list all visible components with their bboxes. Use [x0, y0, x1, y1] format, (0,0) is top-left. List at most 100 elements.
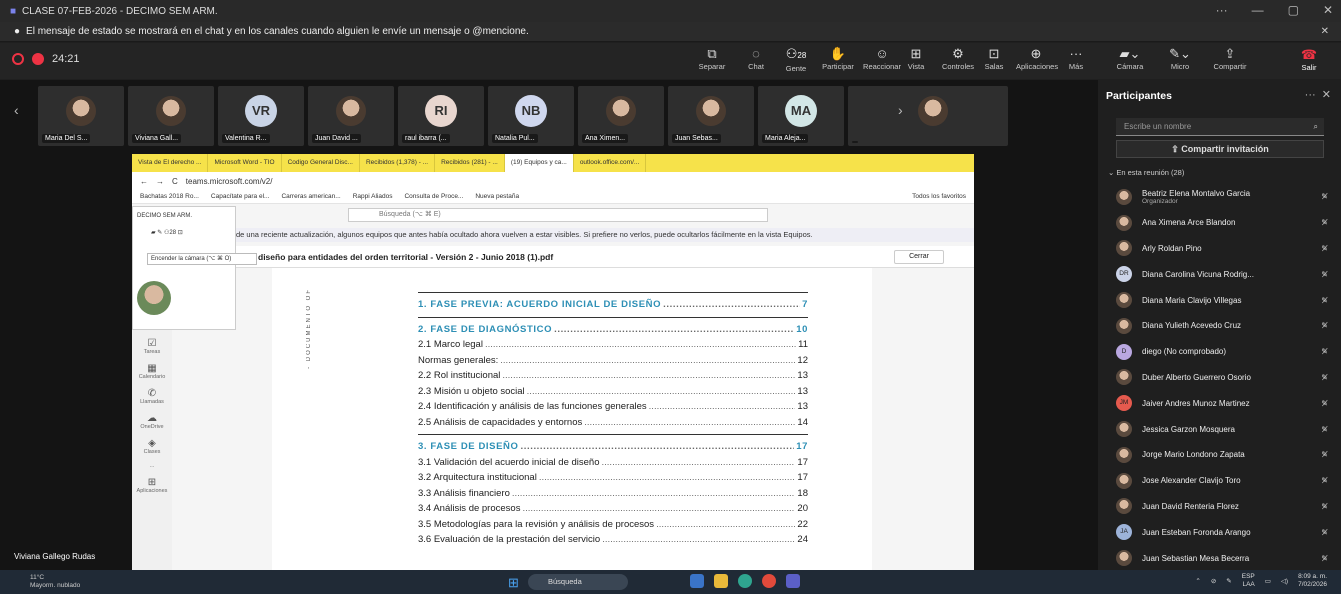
language-indicator[interactable]: ESP LAA [1242, 573, 1255, 589]
back-icon[interactable]: ← [140, 177, 148, 186]
browser-tab-active[interactable]: (19) Equipos y ca... [504, 154, 574, 172]
participant-tile[interactable]: MA Maria Aleja... [758, 86, 844, 146]
taskbar-search[interactable]: Búsqueda [528, 574, 628, 590]
reload-icon[interactable]: C [172, 177, 178, 186]
rail-item[interactable]: ▦ Calendario [132, 363, 172, 380]
chrome-icon[interactable] [762, 574, 776, 588]
rail-item[interactable]: ⊞ Aplicaciones [132, 477, 172, 494]
close-pdf-button[interactable]: Cerrar [894, 250, 944, 264]
weather-widget[interactable]: 11°C Mayorm. nublado [10, 574, 80, 590]
participant-row[interactable]: Jessica Garzon Mosquera ✎̸ [1116, 416, 1332, 442]
search-icon: ⌕ [1313, 122, 1318, 131]
participant-row[interactable]: Juan Sebastian Mesa Becerra ✎̸ [1116, 545, 1332, 571]
toolbar-view-button[interactable]: ⊞ Vista [896, 46, 936, 71]
mic-muted-icon: ✎̸ [1321, 372, 1328, 382]
forward-icon[interactable]: → [156, 177, 164, 186]
participant-row[interactable]: JM Jaiver Andres Munoz Martinez ✎̸ [1116, 390, 1332, 416]
toolbar-apps-button[interactable]: ⊕ Aplicaciones [1016, 46, 1058, 71]
teams-icon[interactable] [786, 574, 800, 588]
toolbar-raise-hand-button[interactable]: ✋ Participar [818, 46, 858, 71]
volume-icon[interactable]: ◁) [1281, 577, 1288, 585]
network-icon[interactable]: ▭ [1265, 577, 1271, 585]
participant-row[interactable]: Diana Yulieth Acevedo Cruz ✎̸ [1116, 313, 1332, 339]
rail-item[interactable]: ☁ OneDrive [132, 413, 172, 430]
mic-button[interactable]: ✎⌄ Micro [1160, 46, 1200, 71]
minimize-button[interactable]: — [1252, 3, 1264, 17]
rail-item[interactable]: ◈ Clases [132, 438, 172, 455]
participant-row[interactable]: Ddiego (No comprobado) ✎̸ [1116, 339, 1332, 365]
browser-tab[interactable]: Microsoft Word - TIO [208, 154, 282, 172]
clock[interactable]: 8:09 a. m. 7/02/2026 [1298, 573, 1327, 589]
mic-muted-icon: ✎̸ [1321, 243, 1328, 253]
participant-row[interactable]: Ana Ximena Arce Blandon ✎̸ [1116, 210, 1332, 236]
camera-button[interactable]: ▰⌄ Cámara [1110, 46, 1150, 71]
participant-tile[interactable]: Juan David ... [308, 86, 394, 146]
url-field[interactable]: teams.microsoft.com/v2/ [186, 177, 273, 186]
tray-icon[interactable]: ⊘ [1211, 577, 1216, 585]
toolbar-separar-button[interactable]: ⧉ Separar [692, 46, 732, 71]
share-invite-button[interactable]: ⇪ Compartir invitación [1116, 140, 1324, 158]
rail-item[interactable]: ☑ Tareas [132, 338, 172, 355]
participant-row[interactable]: Beatriz Elena Montalvo Garcia Organizador… [1116, 184, 1332, 210]
toolbar-more-button[interactable]: ··· Más [1056, 46, 1096, 71]
more-icon[interactable]: ··· [1216, 3, 1228, 17]
participant-row[interactable]: Juan David Renteria Florez ✎̸ [1116, 494, 1332, 520]
participant-row[interactable]: Jorge Mario Londono Zapata ✎̸ [1116, 442, 1332, 468]
leave-button[interactable]: ☎ Salir [1291, 47, 1327, 75]
close-window-button[interactable]: ✕ [1323, 3, 1333, 17]
all-favorites[interactable]: Todos los favoritos [912, 193, 966, 200]
participant-tile[interactable]: Juan Sebas... [668, 86, 754, 146]
browser-tab[interactable]: Codigo General Disc... [282, 154, 360, 172]
windows-start-icon[interactable]: ⊞ [508, 575, 519, 591]
close-banner-icon[interactable]: ✕ [1321, 26, 1329, 37]
toc-entry: 3.3 Análisis financiero.................… [418, 487, 808, 499]
folder-icon[interactable] [714, 574, 728, 588]
participant-row[interactable]: Diana Maria Clavijo Villegas ✎̸ [1116, 287, 1332, 313]
bookmark[interactable]: Nueva pestaña [475, 193, 519, 200]
bookmark[interactable]: Consulta de Proce... [404, 193, 463, 200]
participant-tile[interactable]: NB Natalia Pul... [488, 86, 574, 146]
participant-tile[interactable]: Maria Del S... [38, 86, 124, 146]
mic-tray-icon[interactable]: ✎ [1226, 577, 1231, 585]
toolbar-people-button[interactable]: ⚇28 Gente [776, 46, 816, 73]
toolbar-rooms-button[interactable]: ⊡ Salas [974, 46, 1014, 71]
browser-tab[interactable]: Vista de El derecho ... [132, 154, 209, 172]
camera-off-icon: ▰⌄ [1119, 46, 1141, 61]
maximize-button[interactable]: ▢ [1288, 3, 1299, 17]
participant-tile[interactable]: Ana Ximen... [578, 86, 664, 146]
teams-search-input[interactable]: Búsqueda (⌥ ⌘ E) [348, 208, 768, 222]
edge-icon[interactable] [738, 574, 752, 588]
participant-row[interactable]: Arly Roldan Pino ✎̸ [1116, 236, 1332, 262]
app-icon[interactable] [690, 574, 704, 588]
strip-next-icon[interactable]: › [898, 102, 903, 118]
participant-row[interactable]: Jose Alexander Clavijo Toro ✎̸ [1116, 468, 1332, 494]
participant-name: Ana Ximena Arce Blandon [1142, 218, 1236, 228]
participant-tile[interactable]: VR Valentina R... [218, 86, 304, 146]
share-button[interactable]: ⇪ Compartir [1210, 46, 1250, 71]
participant-search-input[interactable]: Escribe un nombre ⌕ [1116, 118, 1324, 136]
rail-item[interactable]: ... [132, 463, 172, 469]
toc-entry: 2.4 Identificación y análisis de las fun… [418, 401, 808, 412]
participant-row[interactable]: JA Juan Esteban Foronda Arango ✎̸ [1116, 519, 1332, 545]
strip-prev-icon[interactable]: ‹ [14, 102, 19, 118]
bookmark[interactable]: Bachatas 2018 Ro... [140, 193, 199, 200]
rail-item[interactable]: ✆ Llamadas [132, 388, 172, 405]
participant-tile[interactable] [848, 86, 1008, 146]
browser-tab[interactable]: outlook.office.com/... [574, 154, 647, 172]
bookmark[interactable]: Rappi Aliados [353, 193, 393, 200]
participant-tile[interactable]: RI raul ibarra (... [398, 86, 484, 146]
shared-screen: Vista de El derecho ... Microsoft Word -… [132, 154, 974, 570]
participant-row[interactable]: DR Diana Carolina Vicuna Rodrig... ✎̸ [1116, 261, 1332, 287]
more-icon[interactable]: ··· [1305, 89, 1316, 101]
browser-tab[interactable]: Recibidos (1,378) - ... [360, 154, 436, 172]
section-header[interactable]: ⌄ En esta reunión (28) [1108, 168, 1184, 177]
bookmark[interactable]: Carreras american... [281, 193, 340, 200]
participant-tile[interactable]: Viviana Gall... [128, 86, 214, 146]
close-panel-icon[interactable]: ✕ [1322, 89, 1331, 101]
bookmark[interactable]: Capacítate para el... [211, 193, 270, 200]
toolbar-chat-button[interactable]: ◌ Chat [736, 46, 776, 71]
tray-chevron-icon[interactable]: ⌃ [1195, 577, 1200, 585]
participant-row[interactable]: Duber Alberto Guerrero Osorio ✎̸ [1116, 365, 1332, 391]
browser-tab[interactable]: Recibidos (281) - ... [435, 154, 505, 172]
toolbar-controls-button[interactable]: ⚙ Controles [938, 46, 978, 71]
